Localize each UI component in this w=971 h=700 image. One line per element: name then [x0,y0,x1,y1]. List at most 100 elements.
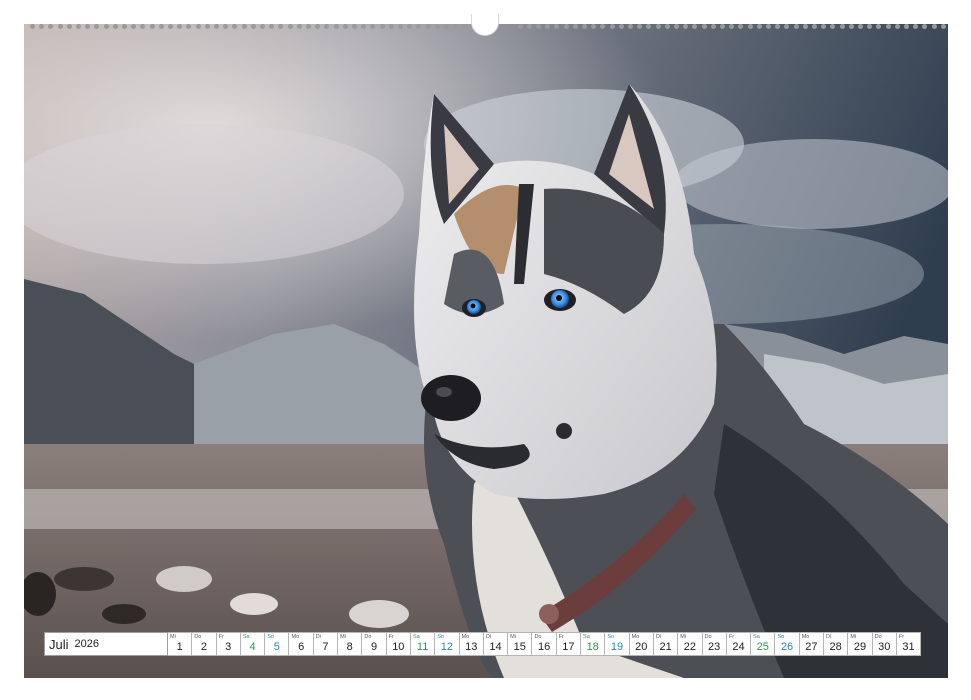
day-cell: Do 23 [702,632,727,656]
binding-hole [922,24,928,29]
binding-hole [940,24,946,29]
day-number: 25 [756,641,769,653]
day-cell: Di 7 [313,632,339,656]
binding-hole [664,24,670,29]
binding-hole [637,24,643,29]
day-cell: Do 16 [532,632,557,656]
day-weekday: Mi [680,634,687,640]
day-cell: Do 9 [362,632,387,656]
day-cell: Di 28 [824,632,849,656]
binding-hole [572,24,578,29]
binding-hole [398,24,403,29]
day-weekday: Mi [850,634,857,640]
day-weekday: Di [315,634,321,640]
binding-hole [315,24,321,29]
day-cell: Mi 15 [508,632,533,656]
day-cell: Sa 18 [581,632,606,656]
binding-hole [287,24,293,29]
binding-hole [186,24,192,29]
day-weekday: Mi [340,634,346,640]
binding-hole [131,24,137,29]
day-cell: Mi 8 [338,632,363,656]
day-cell: Do 30 [872,632,897,656]
day-weekday: Sa [583,634,590,640]
day-number: 5 [273,641,280,653]
binding-hole [324,24,330,29]
day-number: 7 [322,641,329,653]
day-number: 10 [392,641,405,653]
binding-hole [434,24,440,29]
day-cell: Fr 3 [216,632,241,656]
day-cell: So 5 [265,632,290,656]
day-number: 4 [249,641,256,653]
month-name: Juli [49,636,69,652]
binding-hole [858,24,863,29]
binding-hole [628,24,633,29]
binding-hole [352,24,357,29]
day-number: 2 [200,641,207,653]
day-number: 17 [562,641,575,653]
binding-hole [250,24,256,29]
binding-hole [848,24,854,29]
binding-hole [407,24,413,29]
binding-hole [839,24,845,29]
binding-hole [158,24,164,29]
binding-hole [526,24,532,29]
binding-hole [600,24,606,29]
binding-hole [48,24,54,29]
binding-hole [756,24,762,29]
binding-hole [444,24,449,29]
binding-hole [554,24,560,29]
binding-hole [103,24,109,29]
day-number: 19 [610,641,624,653]
binding-hole [30,24,35,29]
binding-hole [775,24,781,29]
day-weekday: Di [826,634,832,640]
binding-hole [223,24,229,29]
day-weekday: Fr [898,634,905,640]
day-number: 14 [489,641,502,653]
binding-hole [931,24,937,29]
binding-hole [195,24,201,29]
day-cell: Fr 10 [386,632,411,656]
binding-hole [683,24,689,29]
binding-hole [416,24,422,29]
year: 2026 [74,638,99,650]
binding-hole [793,24,799,29]
binding-hole [766,24,771,29]
binding-hole [563,24,569,29]
day-cell: Mi 1 [168,632,193,656]
day-weekday: Sa [753,634,760,640]
day-weekday: So [777,634,785,640]
day-cell: Di 21 [653,632,679,656]
binding-hole [168,24,173,29]
day-number: 13 [465,641,478,653]
day-weekday: So [267,634,274,640]
day-cell: Sa 4 [240,632,266,656]
binding-hole [85,24,91,29]
day-weekday: Do [194,634,202,640]
day-weekday: Do [364,634,372,640]
binding-hole [204,24,210,29]
binding-hole [269,24,275,29]
calendar-page: Juli 2026 Mi 1 Do 2 Fr 3 Sa 4 So 5 Mo 6 Di 7 Mi 8 Do 9 Fr 1… [0,0,971,700]
day-number: 21 [659,641,672,653]
binding-hole [646,24,652,29]
binding-hole [361,24,367,29]
binding-hole [618,24,624,29]
day-number: 16 [537,641,551,653]
husky-illustration [24,24,948,678]
day-number: 28 [829,641,842,653]
binding-hole [149,24,155,29]
binding-hole [802,24,808,29]
day-weekday: Mo [801,634,810,640]
day-cell: Mo 13 [459,632,484,656]
day-weekday: Sa [242,634,250,640]
binding-hole [692,24,698,29]
binding-hole [545,24,551,29]
binding-hole [425,24,431,29]
day-cell: Mo 20 [629,632,654,656]
day-cell: Fr 17 [556,632,582,656]
day-weekday: So [607,634,615,640]
binding-hole [232,24,238,29]
